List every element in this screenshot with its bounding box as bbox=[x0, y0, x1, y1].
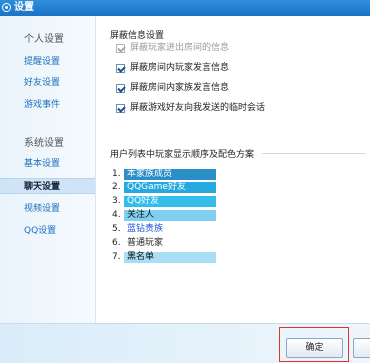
option-shield-family-chat[interactable]: 屏蔽房间内家族发言信息 bbox=[116, 82, 229, 94]
sidebar-group-system: 系统设置 bbox=[24, 138, 64, 149]
sidebar-item-game-events[interactable]: 游戏事件 bbox=[0, 97, 95, 113]
order-label: QQGame好友 bbox=[124, 182, 216, 193]
option-shield-enter-exit[interactable]: 屏蔽玩家进出房间的信息 bbox=[116, 42, 229, 54]
order-label: 蓝钻贵族 bbox=[127, 224, 164, 234]
order-number: 5. bbox=[112, 224, 121, 234]
sidebar-item-chat[interactable]: 聊天设置 bbox=[0, 178, 95, 194]
shield-section-title: 屏蔽信息设置 bbox=[110, 31, 165, 41]
order-number: 2. bbox=[112, 182, 121, 192]
title-bar[interactable]: 设置 bbox=[0, 0, 370, 16]
sidebar-group-personal: 个人设置 bbox=[24, 34, 64, 45]
sidebar-item-basic[interactable]: 基本设置 bbox=[0, 156, 95, 172]
order-number: 6. bbox=[112, 238, 121, 248]
order-label: 关注人 bbox=[124, 210, 216, 221]
order-label: QQ好友 bbox=[124, 196, 216, 207]
order-label: 黑名单 bbox=[124, 252, 216, 263]
sidebar-item-reminder[interactable]: 提醒设置 bbox=[0, 54, 95, 70]
section-divider bbox=[262, 153, 366, 154]
order-number: 3. bbox=[112, 196, 121, 206]
checkbox[interactable] bbox=[116, 103, 125, 113]
sidebar-item-friends[interactable]: 好友设置 bbox=[0, 75, 95, 91]
order-number: 1. bbox=[112, 169, 121, 179]
order-number: 7. bbox=[112, 252, 121, 262]
option-shield-player-chat[interactable]: 屏蔽房间内玩家发言信息 bbox=[116, 62, 229, 74]
main-panel: 屏蔽信息设置 屏蔽玩家进出房间的信息 屏蔽房间内玩家发言信息 屏蔽房间内家族发言… bbox=[96, 16, 370, 323]
window-title: 设置 bbox=[14, 2, 34, 13]
option-label: 屏蔽游戏好友向我发送的临时会话 bbox=[130, 103, 266, 113]
option-label: 屏蔽玩家进出房间的信息 bbox=[130, 43, 230, 53]
checkbox[interactable] bbox=[116, 83, 125, 93]
sidebar: 个人设置 提醒设置 好友设置 游戏事件 系统设置 基本设置 聊天设置 视频设置 … bbox=[0, 16, 96, 323]
order-number: 4. bbox=[112, 210, 121, 220]
settings-icon bbox=[2, 3, 11, 12]
order-label: 本家族成员 bbox=[124, 169, 216, 180]
option-label: 屏蔽房间内玩家发言信息 bbox=[130, 63, 230, 73]
order-label: 普通玩家 bbox=[127, 238, 164, 248]
option-shield-temp-session[interactable]: 屏蔽游戏好友向我发送的临时会话 bbox=[116, 102, 265, 114]
cancel-button[interactable] bbox=[353, 338, 370, 358]
order-section-title: 用户列表中玩家显示顺序及配色方案 bbox=[110, 150, 255, 160]
ok-button[interactable]: 确定 bbox=[286, 338, 343, 358]
sidebar-item-video[interactable]: 视频设置 bbox=[0, 201, 95, 217]
checkbox[interactable] bbox=[116, 63, 125, 73]
option-label: 屏蔽房间内家族发言信息 bbox=[130, 83, 230, 93]
checkbox[interactable] bbox=[116, 43, 125, 53]
sidebar-item-qq[interactable]: QQ设置 bbox=[0, 223, 95, 239]
